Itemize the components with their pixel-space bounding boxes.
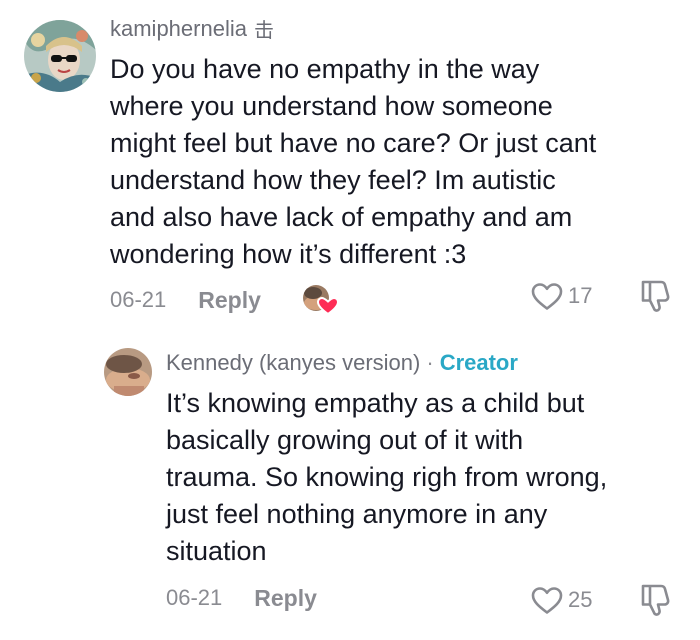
creator-badge: Creator (439, 350, 518, 375)
comment-text-line: Do you have no empathy in the way (110, 54, 540, 84)
heart-outline-icon (531, 587, 563, 614)
comment-text-line: where you understand how someone (110, 91, 553, 121)
comment-text-line: It’s knowing empathy as a child but (166, 388, 585, 418)
like-count: 17 (568, 283, 593, 308)
reply-button[interactable]: Reply (198, 287, 261, 314)
comment-text-line: might feel but have no care? Or just can… (110, 128, 597, 158)
dislike-button[interactable] (639, 278, 673, 314)
comment-meta: 06-21 Reply (166, 582, 317, 614)
comment-date: 06-21 (166, 585, 223, 610)
avatar[interactable] (24, 20, 96, 92)
comment-text: Do you have no empathy in the way where … (110, 51, 596, 273)
comment-text-line: understand how they feel? Im autistic (110, 165, 556, 195)
avatar[interactable] (104, 348, 152, 396)
like-count: 25 (568, 587, 593, 612)
reply-button[interactable]: Reply (254, 585, 317, 612)
username-text: Kennedy (kanyes version) (166, 350, 421, 375)
comment-meta: 06-21 Reply (110, 284, 341, 316)
user-badge-icon: 击 (253, 18, 274, 42)
comment-author[interactable]: Kennedy (kanyes version) · Creator (166, 350, 518, 376)
creator-liked-heart-icon (301, 283, 341, 317)
comment-date: 06-21 (110, 287, 167, 312)
comment-text: It’s knowing empathy as a child but basi… (166, 385, 607, 570)
username-text: kamiphernelia (110, 15, 247, 41)
heart-outline-icon (531, 283, 563, 310)
avatar-image (24, 20, 96, 92)
thumbs-down-outline-icon (641, 584, 670, 616)
like-button[interactable]: 25 (530, 584, 592, 616)
comment-text-line: and also have lack of empathy and am (110, 202, 573, 232)
avatar-image (104, 348, 152, 396)
comment-text-line: situation (166, 536, 267, 566)
comment-text-line: just feel nothing anymore in any (166, 499, 548, 529)
dislike-button[interactable] (639, 582, 673, 618)
comment-text-line: basically growing out of it with (166, 425, 524, 455)
like-button[interactable]: 17 (530, 280, 592, 312)
comment-author[interactable]: kamiphernelia 击 (110, 14, 274, 43)
thumbs-down-outline-icon (641, 280, 670, 312)
comment-text-line: trauma. So knowing righ from wrong, (166, 462, 608, 492)
comment-text-line: wondering how it’s different :3 (110, 239, 467, 269)
separator-dot: · (426, 350, 434, 375)
